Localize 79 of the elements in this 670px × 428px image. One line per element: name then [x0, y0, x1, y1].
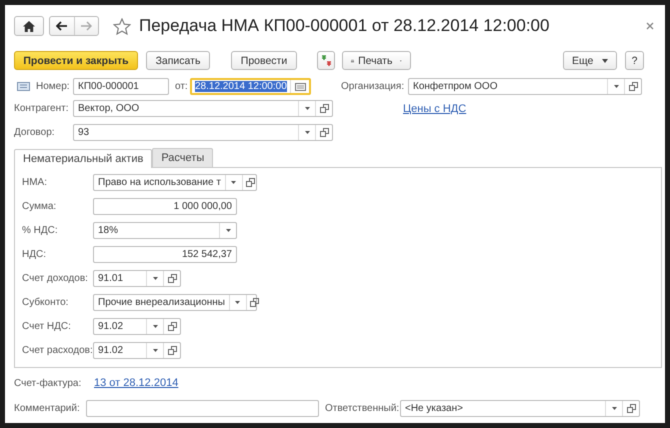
caret-icon [304, 131, 310, 134]
caret-icon [152, 348, 158, 352]
squares-icon [250, 298, 260, 306]
organization-field[interactable]: Конфетпром ООО [408, 78, 642, 95]
home-button[interactable] [14, 16, 44, 36]
date-field[interactable]: 28.12.2014 12:00:00 [190, 78, 311, 95]
caret-icon [602, 58, 608, 62]
field-label: Организация: [341, 81, 406, 92]
caret-icon [614, 85, 618, 88]
contract-field[interactable]: 93 [73, 124, 333, 141]
account-field[interactable]: 91.02 [93, 342, 181, 358]
field-label: Ответственный: [325, 403, 400, 414]
open-button[interactable] [315, 125, 332, 140]
squares-icon [168, 346, 176, 354]
home-icon [23, 20, 35, 32]
forward-arrow-icon [80, 21, 92, 31]
counterparty-field[interactable]: Вектор, ООО [73, 100, 333, 117]
post-button[interactable]: Провести [231, 51, 297, 70]
back-arrow-icon [56, 21, 68, 31]
open-button[interactable] [622, 401, 639, 416]
account-field[interactable]: 91.02 [93, 318, 181, 334]
caret-icon [152, 324, 158, 328]
open-button[interactable] [163, 270, 180, 286]
choice-field[interactable]: 18% [93, 222, 237, 238]
close-icon[interactable] [646, 22, 654, 30]
caret-icon [612, 407, 616, 410]
field-label: Счет-фактура: [14, 378, 82, 388]
open-button[interactable] [624, 79, 641, 94]
squares-icon [320, 128, 328, 137]
squares-icon [168, 322, 176, 330]
squares-icon [246, 178, 256, 186]
reference-field[interactable]: Прочие внереализационны [93, 294, 257, 310]
open-button[interactable] [163, 318, 180, 334]
caret-icon [152, 276, 158, 280]
squares-icon [628, 82, 638, 91]
ledger-icon [320, 54, 332, 67]
caret-icon [226, 228, 230, 232]
prices-link[interactable]: Цены с НДС [403, 102, 466, 114]
caret-icon [235, 300, 240, 304]
tab[interactable]: Расчеты [152, 148, 214, 167]
responsible-field[interactable]: <Не указан> [400, 400, 640, 417]
field-label: Номер: [36, 81, 71, 92]
squares-icon [320, 104, 328, 113]
field-label: Договор: [14, 127, 56, 138]
field-label: НМА: [22, 176, 48, 188]
tab[interactable]: Нематериальный актив [14, 149, 152, 168]
calendar-icon [295, 82, 306, 90]
invoice-link[interactable]: 13 от 28.12.2014 [94, 377, 178, 389]
caret-icon [231, 180, 236, 184]
help-button[interactable]: ? [625, 51, 644, 70]
field-label: Контрагент: [14, 103, 70, 114]
field-label: Сумма: [22, 200, 58, 212]
amount-field[interactable]: 152 542,37 [93, 246, 237, 262]
field-label: Счет доходов: [22, 272, 89, 284]
field-label: НДС: [22, 248, 47, 260]
field-label: Комментарий: [14, 403, 81, 414]
post-and-close-button[interactable]: Провести и закрыть [14, 51, 138, 70]
open-button[interactable] [315, 101, 332, 116]
star-icon[interactable] [113, 18, 131, 34]
account-field[interactable]: 91.01 [93, 270, 181, 286]
window-title: Передача НМА КП00-000001 от 28.12.2014 12:00:00 [139, 16, 550, 36]
field-label: Субконто: [22, 296, 70, 308]
field-label: Счет расходов: [22, 344, 93, 356]
document-icon [17, 82, 30, 91]
amount-field[interactable]: 1 000 000,00 [93, 198, 237, 214]
squares-icon [168, 274, 176, 282]
postings-button[interactable] [317, 51, 335, 70]
reference-field[interactable]: Право на использование т [93, 174, 257, 190]
squares-icon [626, 404, 636, 413]
field-label: % НДС: [22, 224, 59, 236]
more-button[interactable]: Еще [563, 51, 617, 70]
number-field[interactable]: КП00-000001 [73, 78, 169, 95]
field-label: от: [175, 81, 189, 92]
comment-field[interactable] [86, 400, 319, 417]
open-button[interactable] [163, 342, 180, 358]
field-label: Счет НДС: [22, 320, 72, 332]
caret-icon [304, 107, 310, 110]
print-button[interactable]: Печать [342, 51, 411, 70]
save-button[interactable]: Записать [146, 51, 210, 70]
